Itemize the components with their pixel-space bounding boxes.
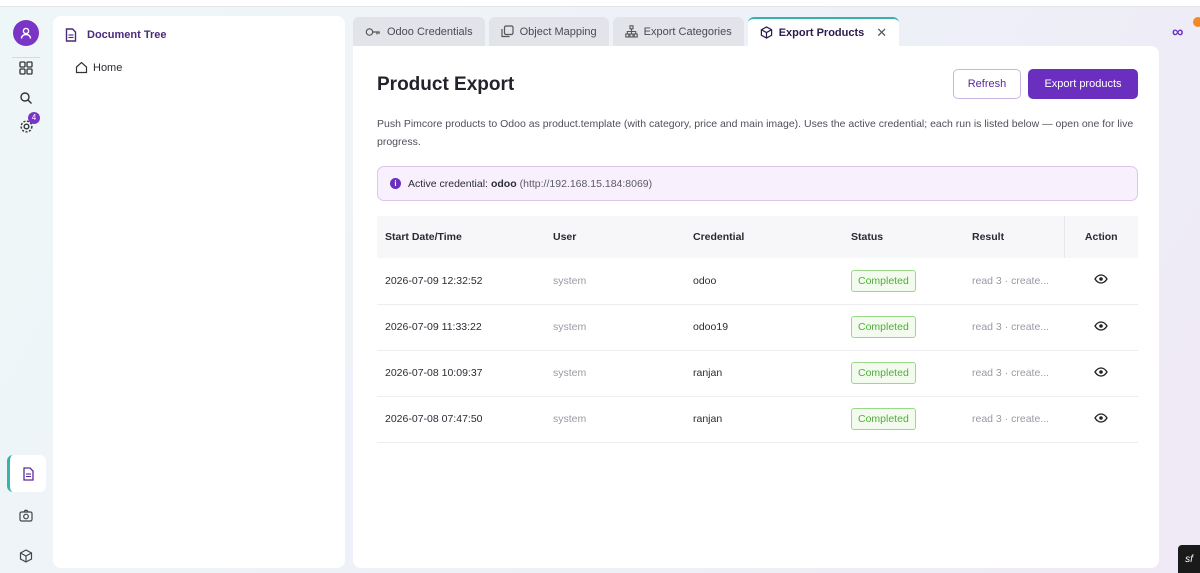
row-credential: ranjan	[693, 367, 723, 379]
column-header: Credential	[693, 231, 745, 243]
tab-label: Odoo Credentials	[387, 25, 473, 38]
infinity-logo-icon[interactable]: ∞	[1172, 24, 1183, 42]
hierarchy-icon	[624, 25, 638, 38]
info-icon: i	[390, 178, 401, 189]
document-tree-panel: Document Tree Home	[53, 16, 345, 568]
page-description: Push Pimcore products to Odoo as product…	[377, 118, 1134, 148]
view-icon[interactable]	[1094, 320, 1108, 334]
status-badge: Completed	[851, 316, 916, 338]
refresh-button[interactable]: Refresh	[953, 69, 1021, 99]
copy-icon	[501, 25, 514, 38]
document-icon	[22, 466, 34, 481]
view-icon[interactable]	[1094, 412, 1108, 426]
left-rail: 4	[0, 7, 50, 573]
tab-export-categories[interactable]: Export Categories	[612, 17, 744, 46]
row-result: read 3 · create...	[972, 321, 1050, 333]
close-icon[interactable]: ✕	[876, 25, 887, 41]
active-credential-banner: i Active credential: odoo (http://192.16…	[377, 166, 1138, 201]
tab-object-mapping[interactable]: Object Mapping	[488, 17, 609, 46]
export-products-button[interactable]: Export products	[1028, 69, 1138, 99]
tab-odoo-credentials[interactable]: Odoo Credentials	[353, 17, 485, 46]
view-icon[interactable]	[1094, 366, 1108, 380]
camera-icon	[19, 509, 33, 522]
dashboard-button[interactable]	[11, 53, 41, 83]
tab-label: Export Products	[778, 26, 865, 39]
symfony-icon[interactable]: sf	[1178, 545, 1200, 573]
status-badge: Completed	[851, 269, 916, 292]
row-date: 2026-07-09 12:32:52	[385, 274, 483, 287]
active-credential-url: (http://192.168.15.184:8069)	[519, 177, 653, 190]
search-button[interactable]	[11, 83, 41, 113]
export-runs-table: Start Date/Time User Credential Status R…	[377, 216, 1138, 443]
notifications-button[interactable]: 4	[11, 111, 41, 141]
document-tree-title: Document Tree	[87, 29, 167, 41]
row-user: system	[553, 413, 587, 425]
row-result: read 3 · create...	[972, 274, 1050, 287]
info-prefix: Active credential:	[408, 177, 488, 190]
row-date: 2026-07-09 11:33:22	[385, 321, 482, 333]
documents-button[interactable]	[7, 455, 46, 492]
status-badge: Completed	[851, 408, 916, 430]
row-date: 2026-07-08 10:09:37	[385, 367, 483, 379]
view-icon[interactable]	[1094, 274, 1108, 287]
column-header: Status	[851, 231, 884, 243]
cube-icon	[760, 26, 772, 39]
status-badge: Completed	[851, 362, 916, 384]
tab-label: Export Categories	[643, 25, 732, 38]
grid-icon	[19, 61, 33, 75]
document-tree-header: Document Tree	[65, 28, 166, 42]
row-credential: odoo19	[693, 321, 729, 333]
user-avatar[interactable]	[13, 20, 39, 46]
table-row[interactable]: 2026-07-08 07:47:50 system ranjan Comple…	[377, 396, 1138, 442]
document-icon	[65, 28, 77, 42]
row-credential: ranjan	[693, 413, 723, 425]
tab-bar: Odoo Credentials Object Mapping Export C…	[353, 17, 900, 46]
key-icon	[365, 27, 380, 36]
tree-item-home-label: Home	[93, 61, 123, 74]
column-header: Result	[964, 216, 1065, 258]
page-title: Product Export	[377, 74, 515, 95]
status-dot	[1193, 17, 1200, 27]
table-row[interactable]: 2026-07-09 12:32:52 system odoo Complete…	[377, 258, 1138, 304]
notification-badge: 4	[28, 112, 40, 124]
table-header-row: Start Date/Time User Credential Status R…	[377, 216, 1138, 258]
tab-label: Object Mapping	[519, 25, 597, 38]
row-user: system	[553, 274, 587, 287]
table-row[interactable]: 2026-07-08 10:09:37 system ranjan Comple…	[377, 350, 1138, 396]
row-credential: odoo	[693, 274, 717, 287]
column-header: User	[553, 231, 577, 243]
home-icon	[75, 61, 88, 74]
row-result: read 3 · create...	[972, 413, 1050, 425]
top-bar	[0, 0, 1200, 7]
product-export-panel: Product Export Refresh Export products P…	[353, 46, 1159, 568]
row-date: 2026-07-08 07:47:50	[385, 413, 483, 425]
column-header: Start Date/Time	[385, 231, 462, 243]
row-result: read 3 · create...	[972, 367, 1050, 379]
tab-export-products[interactable]: Export Products ✕	[747, 17, 900, 46]
row-user: system	[553, 367, 587, 379]
assets-button[interactable]	[11, 500, 41, 530]
user-icon	[20, 27, 32, 39]
tree-item-home[interactable]: Home	[75, 61, 122, 74]
search-icon	[20, 92, 32, 104]
table-row[interactable]: 2026-07-09 11:33:22 system odoo19 Comple…	[377, 304, 1138, 350]
objects-button[interactable]	[11, 541, 41, 571]
column-header: Action	[1084, 231, 1118, 243]
active-credential-name: odoo	[490, 177, 517, 190]
row-user: system	[553, 321, 587, 333]
cube-icon	[19, 549, 33, 563]
